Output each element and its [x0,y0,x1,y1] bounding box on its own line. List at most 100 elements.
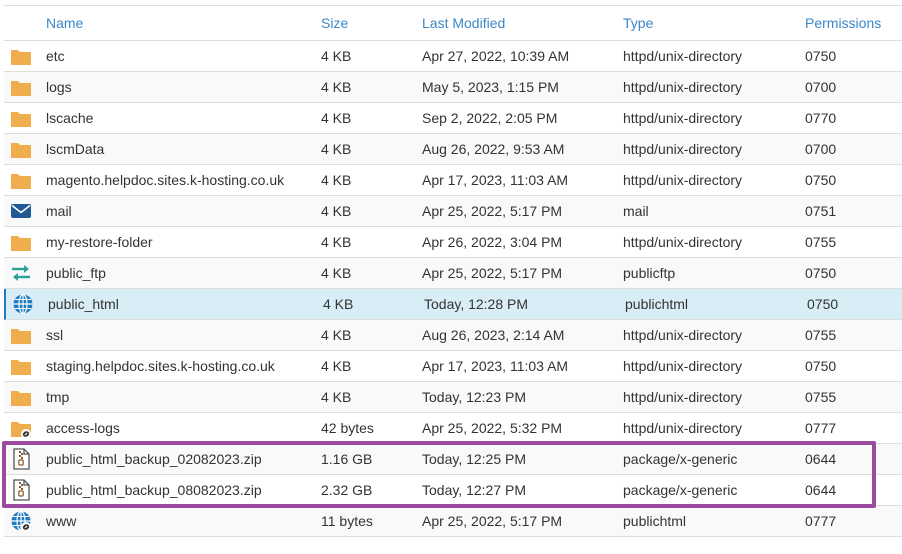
file-last-modified: Sep 2, 2022, 2:05 PM [422,110,558,126]
file-size: 11 bytes [321,513,373,529]
file-name[interactable]: public_ftp [46,258,106,288]
folder-icon [8,351,34,381]
column-header-permissions[interactable]: Permissions [805,6,881,40]
file-size: 1.16 GB [321,451,373,467]
file-table: Name Size Last Modified Type Permissions… [4,5,902,537]
ftp-icon [8,258,34,288]
file-row-my-restore-folder[interactable]: my-restore-folder 4 KB Apr 26, 2022, 3:0… [4,227,902,258]
file-type: httpd/unix-directory [623,79,743,95]
file-last-modified: Apr 25, 2022, 5:17 PM [422,203,563,219]
file-name[interactable]: access-logs [46,413,120,443]
file-permissions: 0750 [805,358,837,374]
file-row-tmp[interactable]: tmp 4 KB Today, 12:23 PM httpd/unix-dire… [4,382,902,413]
file-name[interactable]: tmp [46,382,69,412]
file-type: httpd/unix-directory [623,358,743,374]
file-permissions: 0644 [805,482,837,498]
file-row-public-ftp[interactable]: public_ftp 4 KB Apr 25, 2022, 5:17 PM pu… [4,258,902,289]
file-type: package/x-generic [623,451,738,467]
file-permissions: 0644 [805,451,837,467]
file-last-modified: Apr 25, 2022, 5:32 PM [422,420,563,436]
file-type: httpd/unix-directory [623,420,743,436]
file-size: 4 KB [321,110,352,126]
file-last-modified: Today, 12:28 PM [424,296,529,312]
file-name[interactable]: ssl [46,320,63,350]
file-name[interactable]: public_html_backup_08082023.zip [46,475,262,505]
folder-icon [8,134,34,164]
file-permissions: 0777 [805,420,837,436]
file-size: 4 KB [321,79,352,95]
file-size: 4 KB [321,358,352,374]
file-type: httpd/unix-directory [623,141,743,157]
globe-link-icon [8,506,34,536]
file-row-etc[interactable]: etc 4 KB Apr 27, 2022, 10:39 AM httpd/un… [4,41,902,72]
file-size: 4 KB [321,203,352,219]
file-type: httpd/unix-directory [623,234,743,250]
file-row-mail[interactable]: mail 4 KB Apr 25, 2022, 5:17 PM mail 075… [4,196,902,227]
file-last-modified: Apr 25, 2022, 5:17 PM [422,513,563,529]
file-row-logs[interactable]: logs 4 KB May 5, 2023, 1:15 PM httpd/uni… [4,72,902,103]
file-size: 4 KB [321,327,352,343]
file-last-modified: Aug 26, 2022, 9:53 AM [422,141,565,157]
file-type: publichtml [625,296,689,312]
table-header: Name Size Last Modified Type Permissions [4,5,902,41]
file-rows: etc 4 KB Apr 27, 2022, 10:39 AM httpd/un… [4,41,902,537]
file-last-modified: Apr 17, 2023, 11:03 AM [422,172,569,188]
mail-icon [8,196,34,226]
file-name[interactable]: public_html [48,289,119,319]
column-header-name[interactable]: Name [46,6,83,40]
file-permissions: 0700 [805,141,837,157]
file-type: httpd/unix-directory [623,172,743,188]
file-row-www[interactable]: www 11 bytes Apr 25, 2022, 5:17 PM publi… [4,506,902,537]
file-name[interactable]: my-restore-folder [46,227,153,257]
file-permissions: 0755 [805,389,837,405]
file-size: 4 KB [321,141,352,157]
file-row-public-html-backup-08082023-zip[interactable]: public_html_backup_08082023.zip 2.32 GB … [4,475,902,506]
file-row-staging-helpdoc-sites-k-hosting-co-uk[interactable]: staging.helpdoc.sites.k-hosting.co.uk 4 … [4,351,902,382]
file-name[interactable]: www [46,506,76,536]
file-name[interactable]: logs [46,72,72,102]
file-row-ssl[interactable]: ssl 4 KB Aug 26, 2023, 2:14 AM httpd/uni… [4,320,902,351]
file-permissions: 0750 [805,172,837,188]
file-name[interactable]: etc [46,41,65,71]
file-type: mail [623,203,649,219]
file-permissions: 0750 [807,296,839,312]
file-last-modified: May 5, 2023, 1:15 PM [422,79,559,95]
column-header-size[interactable]: Size [321,6,348,40]
folder-icon [8,72,34,102]
zip-file-icon [8,444,34,474]
file-row-access-logs[interactable]: access-logs 42 bytes Apr 25, 2022, 5:32 … [4,413,902,444]
file-name[interactable]: lscmData [46,134,104,164]
file-last-modified: Apr 26, 2022, 3:04 PM [422,234,563,250]
file-row-public-html-backup-02082023-zip[interactable]: public_html_backup_02082023.zip 1.16 GB … [4,444,902,475]
file-row-public-html[interactable]: public_html 4 KB Today, 12:28 PM publich… [4,289,902,320]
file-name[interactable]: mail [46,196,72,226]
file-type: publicftp [623,265,676,281]
file-last-modified: Apr 25, 2022, 5:17 PM [422,265,563,281]
file-row-lscache[interactable]: lscache 4 KB Sep 2, 2022, 2:05 PM httpd/… [4,103,902,134]
file-row-magento-helpdoc-sites-k-hosting-co-uk[interactable]: magento.helpdoc.sites.k-hosting.co.uk 4 … [4,165,902,196]
file-name[interactable]: lscache [46,103,93,133]
file-row-lscmdata[interactable]: lscmData 4 KB Aug 26, 2022, 9:53 AM http… [4,134,902,165]
column-header-type[interactable]: Type [623,6,653,40]
file-permissions: 0755 [805,234,837,250]
folder-icon [8,165,34,195]
file-permissions: 0750 [805,48,837,64]
zip-file-icon [8,475,34,505]
file-type: publichtml [623,513,687,529]
file-size: 4 KB [321,48,352,64]
file-size: 4 KB [321,265,352,281]
file-last-modified: Today, 12:23 PM [422,389,527,405]
file-type: httpd/unix-directory [623,389,743,405]
folder-icon [8,227,34,257]
file-size: 4 KB [321,172,352,188]
file-size: 4 KB [321,234,352,250]
file-permissions: 0750 [805,265,837,281]
folder-icon [8,103,34,133]
column-header-last-modified[interactable]: Last Modified [422,6,505,40]
file-name[interactable]: staging.helpdoc.sites.k-hosting.co.uk [46,351,275,381]
file-permissions: 0770 [805,110,837,126]
file-type: httpd/unix-directory [623,327,743,343]
file-name[interactable]: magento.helpdoc.sites.k-hosting.co.uk [46,165,284,195]
folder-link-icon [8,413,34,443]
file-name[interactable]: public_html_backup_02082023.zip [46,444,262,474]
